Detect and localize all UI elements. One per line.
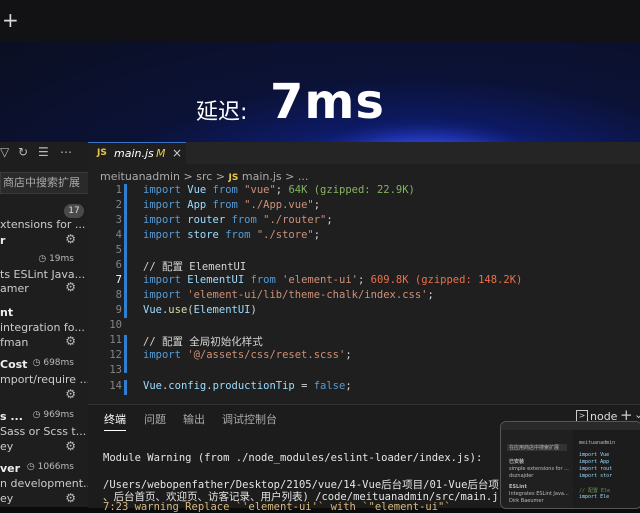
gear-icon[interactable]: ⚙ (65, 387, 76, 401)
preview-titlebar (501, 422, 640, 430)
extension-description: n development... (0, 477, 89, 490)
preview-thumbnail[interactable]: 在应用商店中搜索扩展 已安装 simple extensions for ...… (500, 421, 640, 509)
code-line: 3 import router from "./router"; (115, 214, 333, 226)
preview-editor: meituanadmin import Vue import App impor… (579, 440, 616, 500)
gear-icon[interactable]: ⚙ (65, 439, 76, 453)
extension-description: integration fo... (0, 321, 85, 334)
extension-description: mport/require ... (0, 373, 89, 386)
tab-debug-console[interactable]: 调试控制台 (222, 411, 277, 427)
gear-icon[interactable]: ⚙ (65, 232, 76, 246)
code-line: 8 import 'element-ui/lib/theme-chalk/ind… (115, 289, 434, 301)
code-line: 2 import App from "./App.vue"; (115, 199, 321, 211)
tab-problems[interactable]: 问题 (144, 411, 166, 427)
javascript-file-icon: JS (228, 173, 239, 183)
code-line: 6 // 配置 ElementUI (115, 259, 247, 273)
extension-author: ey (0, 440, 14, 453)
extension-description: xtensions for ... (0, 218, 86, 231)
extension-title: s ... (0, 410, 23, 423)
code-line: 12 import '@/assets/css/reset.scss'; (109, 349, 352, 361)
breadcrumb-rest[interactable]: ... (298, 170, 309, 183)
more-icon[interactable]: ⋯ (60, 145, 72, 159)
breadcrumb: meituanadmin > src > JS main.js > ... (100, 170, 309, 183)
extension-description: Sass or Scss t... (0, 425, 87, 438)
plus-icon[interactable]: + (2, 8, 19, 32)
preview-sidebar: 在应用商店中搜索扩展 已安装 simple extensions for ...… (501, 430, 573, 508)
breadcrumb-file[interactable]: main.js (242, 170, 282, 183)
terminal-line: 7:23 warning Replace `'element-ui'` with… (103, 501, 451, 513)
chevron-down-icon[interactable]: ⌄ (634, 408, 640, 421)
code-line: 4 import store from "./store"; (115, 229, 321, 241)
import-cost-hint: 64K (gzipped: 22.9K) (288, 184, 415, 196)
javascript-file-icon: JS (97, 148, 107, 158)
activation-time: ◷ 1066ms (26, 462, 74, 472)
extensions-sidebar: ▽ ↻ ☰ ⋯ 商店中搜索扩展 17 xtensions for ... r ⚙… (0, 142, 89, 507)
editor-tab-bar: JS main.js M × (88, 142, 640, 165)
installed-count-badge: 17 (64, 204, 84, 218)
tab-main-js[interactable]: JS main.js M × (88, 142, 186, 165)
activation-time: ◷ 698ms (32, 358, 74, 368)
clear-icon[interactable]: ☰ (38, 145, 49, 159)
activation-time: ◷ 969ms (32, 410, 74, 420)
breadcrumb-root[interactable]: meituanadmin (100, 170, 180, 183)
code-line: 9 Vue.use(ElementUI) (115, 304, 257, 316)
latency-label: 延迟: (196, 100, 248, 125)
top-bar: + (0, 0, 640, 42)
code-line: 10 (109, 319, 122, 331)
extension-author: amer (0, 282, 29, 295)
import-cost-hint: 609.8K (gzipped: 148.2K) (370, 274, 523, 286)
close-icon[interactable]: × (172, 146, 182, 160)
code-line: 5 (115, 244, 122, 256)
terminal-line: Module Warning (from ./node_modules/esli… (103, 452, 483, 464)
gear-icon[interactable]: ⚙ (65, 280, 76, 294)
modified-indicator: M (156, 147, 166, 160)
extension-author: fman (0, 336, 29, 349)
code-line: 11 // 配置 全局初始化样式 (109, 334, 263, 348)
activation-time: ◷ 19ms (38, 254, 74, 264)
filter-icon[interactable]: ▽ (0, 145, 9, 159)
extension-author: ey (0, 492, 14, 505)
tab-output[interactable]: 输出 (183, 411, 205, 427)
code-line: 7 import ElementUI from 'element-ui'; 60… (115, 274, 523, 286)
gear-icon[interactable]: ⚙ (65, 491, 76, 505)
extension-title: nt (0, 306, 14, 319)
code-line: 13 (109, 364, 122, 376)
breadcrumb-folder[interactable]: src (196, 170, 212, 183)
code-line: 14 Vue.config.productionTip = false; (109, 380, 352, 392)
sidebar-toolbar: ▽ ↻ ☰ ⋯ (0, 142, 88, 164)
gear-icon[interactable]: ⚙ (65, 334, 76, 348)
latency-value: 7ms (270, 74, 385, 130)
code-line: 1 import Vue from "vue"; 64K (gzipped: 2… (115, 184, 415, 196)
tab-terminal[interactable]: 终端 (104, 411, 126, 431)
code-editor: JS main.js M × meituanadmin > src > JS m… (88, 142, 640, 404)
extension-search-input[interactable]: 商店中搜索扩展 (0, 172, 88, 194)
extension-title: Cost (0, 358, 28, 371)
refresh-icon[interactable]: ↻ (18, 145, 28, 159)
extension-title: ver (0, 462, 21, 475)
extension-author: r (0, 234, 6, 247)
tab-label: main.js (114, 147, 154, 160)
